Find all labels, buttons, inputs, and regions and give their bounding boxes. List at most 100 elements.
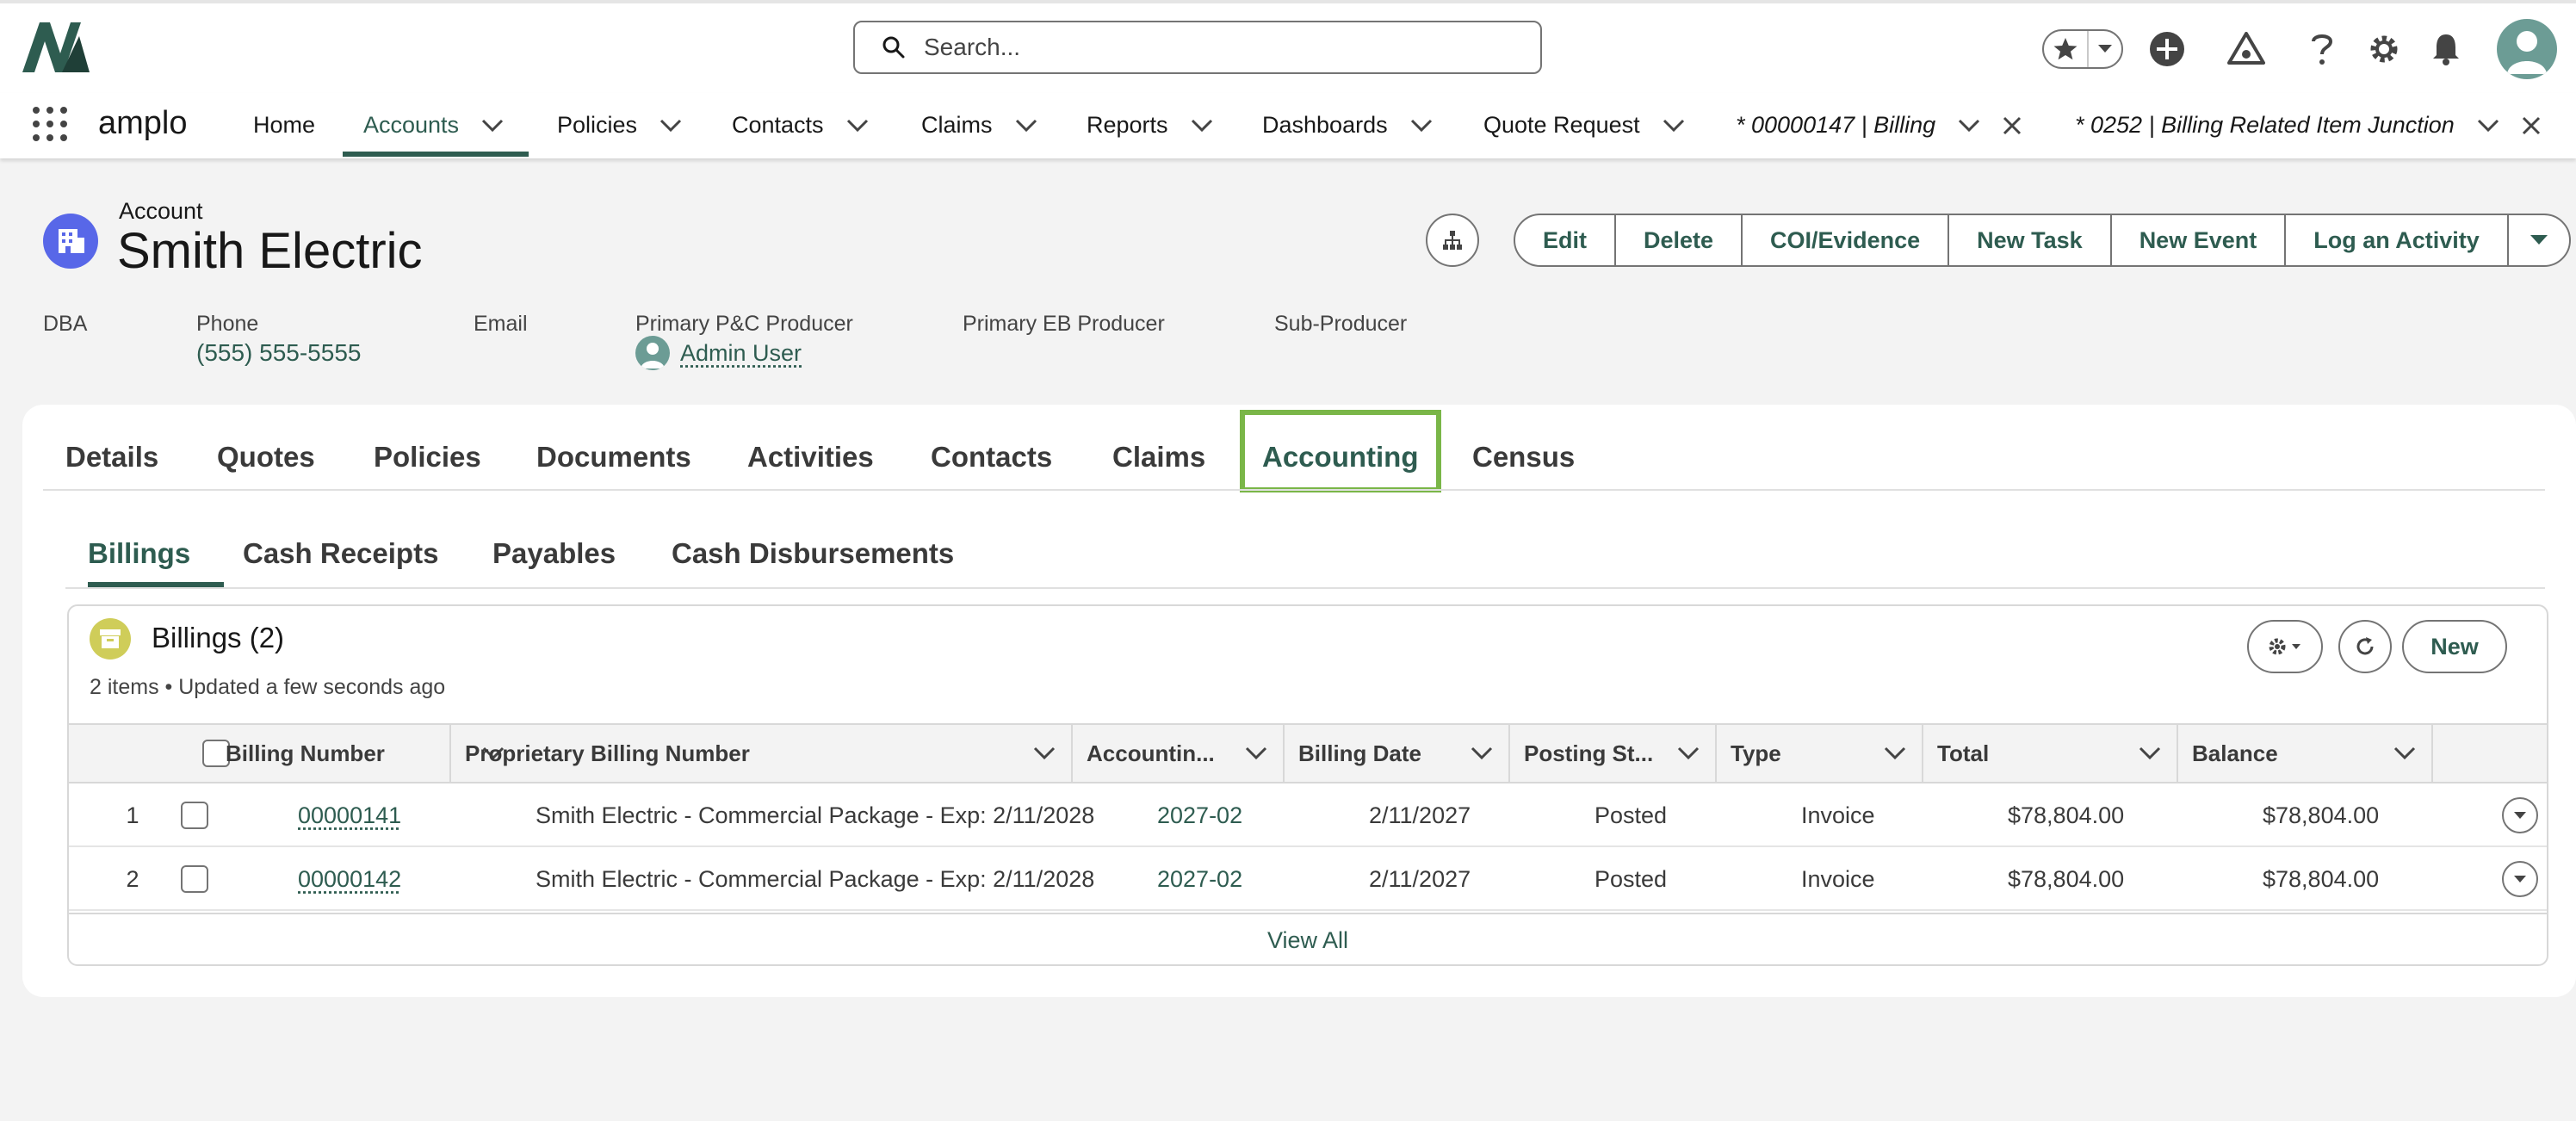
caret-down-icon <box>2514 876 2526 883</box>
global-actions-plus-icon[interactable] <box>2147 29 2187 69</box>
tab-activities[interactable]: Activities <box>747 441 874 474</box>
sub-producer-label: Sub-Producer <box>1274 312 1408 336</box>
global-search[interactable] <box>853 21 1542 74</box>
col-balance[interactable]: Balance <box>2177 725 2431 782</box>
chevron-down-icon[interactable] <box>2139 746 2161 760</box>
tab-claims[interactable]: Claims <box>1112 441 1205 474</box>
coi-evidence-button[interactable]: COI/Evidence <box>1743 215 1950 265</box>
tab-policies[interactable]: Policies <box>374 441 481 474</box>
chevron-down-icon[interactable] <box>1677 746 1700 760</box>
app-launcher-icon[interactable] <box>31 105 69 143</box>
phone-value[interactable]: (555) 555-5555 <box>196 339 361 367</box>
col-actions <box>2431 725 2547 782</box>
chevron-down-icon[interactable] <box>846 119 869 133</box>
billing-number[interactable]: 00000141 <box>298 802 401 829</box>
row-actions-menu-button[interactable] <box>2502 797 2538 833</box>
new-billing-button[interactable]: New <box>2402 620 2507 673</box>
trailhead-icon[interactable] <box>2226 29 2266 69</box>
col-proprietary-billing-number[interactable]: Proprietary Billing Number <box>449 725 1071 782</box>
subtab-billings[interactable]: Billings <box>88 537 190 570</box>
billing-balance: $78,804.00 <box>2263 802 2380 828</box>
new-button-label: New <box>2430 633 2479 660</box>
chevron-down-icon[interactable] <box>1884 746 1906 760</box>
row-actions-menu-button[interactable] <box>2502 861 2538 897</box>
chevron-down-icon[interactable] <box>2393 746 2416 760</box>
subtab-cash-disbursements[interactable]: Cash Disbursements <box>672 537 954 570</box>
row-checkbox[interactable] <box>181 802 208 829</box>
tab-quotes[interactable]: Quotes <box>217 441 315 474</box>
workspace-tab-billing[interactable]: * 00000147 | Billing <box>1736 112 2022 139</box>
edit-button[interactable]: Edit <box>1515 215 1616 265</box>
row-checkbox[interactable] <box>181 865 208 893</box>
close-icon[interactable] <box>2522 116 2541 135</box>
related-list-title[interactable]: Billings (2) <box>152 622 284 654</box>
col-total[interactable]: Total <box>1922 725 2177 782</box>
nav-item-contacts[interactable]: Contacts <box>732 112 869 139</box>
amplo-logo-icon[interactable] <box>22 22 90 72</box>
more-actions-button[interactable] <box>2509 215 2569 265</box>
nav-item-reports[interactable]: Reports <box>1087 112 1213 139</box>
nav-item-claims[interactable]: Claims <box>921 112 1037 139</box>
billing-number-link[interactable]: 00000141 <box>284 783 401 847</box>
view-all-link[interactable]: View All <box>69 913 2547 964</box>
log-activity-button[interactable]: Log an Activity <box>2286 215 2509 265</box>
nav-item-dashboards[interactable]: Dashboards <box>1262 112 1433 139</box>
chevron-down-icon[interactable] <box>1245 746 1267 760</box>
column-label: Billing Number <box>226 740 385 766</box>
email-label: Email <box>474 312 528 336</box>
chevron-down-icon[interactable] <box>481 119 504 133</box>
tab-census[interactable]: Census <box>1472 441 1575 474</box>
chevron-down-icon[interactable] <box>659 119 682 133</box>
notifications-bell-icon[interactable] <box>2426 29 2466 69</box>
chevron-down-icon[interactable] <box>2477 119 2499 133</box>
tab-contacts[interactable]: Contacts <box>931 441 1052 474</box>
column-label: Type <box>1731 740 1781 766</box>
chevron-down-icon[interactable] <box>1471 746 1493 760</box>
view-hierarchy-button[interactable] <box>1426 214 1479 267</box>
global-header <box>0 0 2576 93</box>
record-tabs-card: Details Quotes Policies Documents Activi… <box>22 405 2576 997</box>
user-avatar[interactable] <box>2497 19 2557 79</box>
chevron-down-icon[interactable] <box>1191 119 1213 133</box>
chevron-down-icon[interactable] <box>1033 746 1056 760</box>
col-accounting-period[interactable]: Accountin... <box>1071 725 1283 782</box>
subtab-cash-receipts[interactable]: Cash Receipts <box>243 537 438 570</box>
favorites-dropdown-icon[interactable] <box>2089 44 2121 54</box>
nav-item-accounts[interactable]: Accounts <box>363 112 504 139</box>
help-icon[interactable] <box>2302 29 2342 69</box>
tab-documents[interactable]: Documents <box>536 441 691 474</box>
proprietary-billing-number: Smith Electric - Commercial Package - Ex… <box>536 865 1095 892</box>
billing-number-link[interactable]: 00000142 <box>284 847 401 911</box>
chevron-down-icon[interactable] <box>1015 119 1037 133</box>
delete-button[interactable]: Delete <box>1616 215 1743 265</box>
subtab-payables[interactable]: Payables <box>492 537 616 570</box>
accounting-period-link[interactable]: 2027-02 <box>1143 783 1242 847</box>
pc-producer-name[interactable]: Admin User <box>680 340 802 367</box>
nav-label: Policies <box>557 112 638 138</box>
new-task-button[interactable]: New Task <box>1949 215 2112 265</box>
table-header: Billing Number Proprietary Billing Numbe… <box>69 723 2547 783</box>
list-settings-button[interactable] <box>2247 620 2323 673</box>
favorites-button[interactable] <box>2042 29 2123 69</box>
chevron-down-icon[interactable] <box>1410 119 1433 133</box>
account-icon <box>43 214 98 269</box>
new-event-button[interactable]: New Event <box>2112 215 2287 265</box>
col-posting-status[interactable]: Posting St... <box>1508 725 1715 782</box>
accounting-period-link[interactable]: 2027-02 <box>1143 847 1242 911</box>
billing-number[interactable]: 00000142 <box>298 866 401 893</box>
chevron-down-icon[interactable] <box>1663 119 1685 133</box>
nav-item-home[interactable]: Home <box>253 112 315 139</box>
col-type[interactable]: Type <box>1715 725 1922 782</box>
col-billing-date[interactable]: Billing Date <box>1283 725 1508 782</box>
refresh-button[interactable] <box>2338 620 2392 673</box>
close-icon[interactable] <box>2003 116 2022 135</box>
pc-producer-link[interactable]: Admin User <box>635 336 802 370</box>
star-icon[interactable] <box>2044 31 2089 67</box>
nav-item-policies[interactable]: Policies <box>557 112 682 139</box>
chevron-down-icon[interactable] <box>1958 119 1980 133</box>
nav-item-quote-request[interactable]: Quote Request <box>1483 112 1685 139</box>
workspace-tab-billing-junction[interactable]: * 0252 | Billing Related Item Junction <box>2075 112 2541 139</box>
setup-gear-icon[interactable] <box>2364 29 2404 69</box>
tab-details[interactable]: Details <box>65 441 158 474</box>
search-input[interactable] <box>924 34 1526 61</box>
